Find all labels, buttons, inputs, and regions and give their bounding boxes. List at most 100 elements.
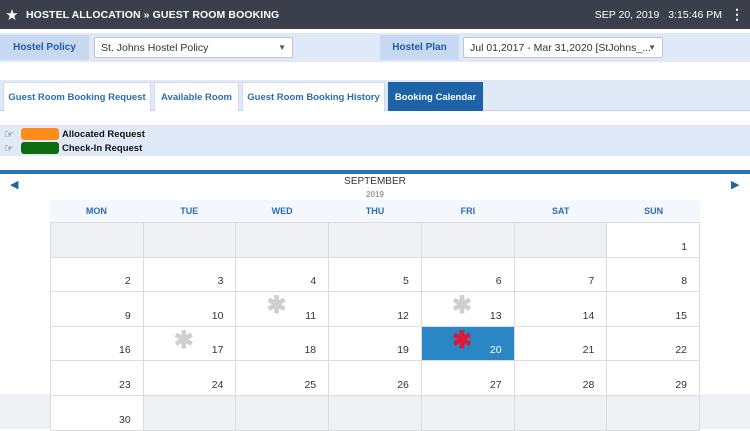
calendar-day-2[interactable]: 2 — [50, 257, 144, 293]
day-number: 25 — [304, 378, 317, 391]
calendar-day-20[interactable]: ✱ 20 — [421, 326, 515, 362]
year-title: 2019 — [366, 190, 384, 199]
day-number: 12 — [397, 309, 409, 322]
calendar-day-9[interactable]: 9 — [50, 292, 144, 327]
booking-marker-icon: ✱ — [173, 326, 194, 354]
day-number: 16 — [119, 344, 131, 357]
days-of-week-header: MON TUE WED THU FRI SAT SUN — [50, 200, 700, 223]
legend-item-allocated: ☞ Allocated Request — [0, 127, 145, 141]
chevron-down-icon: ▼ — [278, 43, 286, 52]
day-number: 8 — [681, 275, 688, 288]
calendar-week: 1 — [50, 223, 701, 258]
day-number: 30 — [119, 413, 131, 426]
chevron-down-icon: ▼ — [648, 43, 656, 52]
hostel-policy-select[interactable]: St. Johns Hostel Policy ▼ — [94, 37, 293, 58]
breadcrumb: HOSTEL ALLOCATION » GUEST ROOM BOOKING — [26, 8, 280, 21]
calendar-day-16[interactable]: 16 — [50, 326, 144, 362]
calendar-day-27[interactable]: 27 — [421, 361, 515, 396]
current-time: 3:15:46 PM — [668, 8, 722, 21]
month-title: SEPTEMBER — [344, 176, 406, 187]
day-number: 10 — [211, 309, 224, 322]
calendar-day-4[interactable]: 4 — [236, 257, 330, 293]
calendar-day-6[interactable]: 6 — [421, 257, 515, 293]
tab-guest-room-booking-history[interactable]: Guest Room Booking History — [242, 82, 385, 111]
more-vertical-icon[interactable]: ⋮ — [730, 6, 744, 23]
calendar-day-22[interactable]: 22 — [607, 326, 701, 362]
calendar-day-12[interactable]: 12 — [329, 292, 422, 327]
calendar-day-7[interactable]: 7 — [514, 257, 608, 293]
calendar-day-8[interactable]: 8 — [607, 257, 701, 293]
calendar-day-21[interactable]: 21 — [514, 326, 608, 362]
day-number: 2 — [124, 275, 131, 288]
day-number: 17 — [211, 344, 224, 357]
day-number: 13 — [489, 309, 502, 322]
day-number: 15 — [675, 309, 688, 322]
check-in-swatch — [21, 142, 59, 154]
day-number: 19 — [397, 344, 409, 357]
calendar-day-3[interactable]: 3 — [143, 257, 237, 293]
calendar-day-24[interactable]: 24 — [143, 361, 237, 396]
calendar-day-28[interactable]: 28 — [514, 361, 608, 396]
booking-marker-icon: ✱ — [266, 292, 287, 320]
calendar-empty-cell — [514, 395, 608, 431]
calendar-day-30[interactable]: 30 — [50, 395, 144, 431]
tab-guest-room-booking-request[interactable]: Guest Room Booking Request — [3, 82, 151, 111]
top-bar: ★ HOSTEL ALLOCATION » GUEST ROOM BOOKING… — [0, 0, 750, 29]
calendar-empty-cell — [329, 223, 422, 258]
day-number: 21 — [582, 344, 595, 357]
allocated-swatch — [21, 128, 59, 140]
calendar-week: 2 3 4 5 6 7 8 — [50, 257, 701, 293]
dow-fri: FRI — [460, 206, 476, 216]
calendar-empty-cell — [329, 395, 422, 431]
calendar-day-14[interactable]: 14 — [514, 292, 608, 327]
tab-booking-calendar[interactable]: Booking Calendar — [388, 82, 483, 111]
calendar-empty-cell — [421, 223, 515, 258]
legend-item-check-in: ☞ Check-In Request — [0, 141, 142, 155]
legend-label: Check-In Request — [62, 142, 143, 154]
calendar-day-11[interactable]: ✱ 11 — [236, 292, 330, 327]
day-number: 6 — [495, 275, 502, 288]
day-number: 27 — [489, 378, 502, 391]
calendar-day-18[interactable]: 18 — [236, 326, 330, 362]
day-number: 22 — [675, 344, 688, 357]
hostel-plan-select[interactable]: Jul 01,2017 - Mar 31,2020 [StJohns_... ▼ — [463, 37, 663, 58]
calendar-empty-cell — [607, 395, 701, 431]
calendar-day-17[interactable]: ✱ 17 — [143, 326, 237, 362]
calendar-day-26[interactable]: 26 — [329, 361, 422, 396]
calendar-day-10[interactable]: 10 — [143, 292, 237, 327]
calendar-day-23[interactable]: 23 — [50, 361, 144, 396]
star-icon[interactable]: ★ — [0, 6, 24, 24]
calendar-week: 23 24 25 26 27 28 29 — [50, 361, 701, 396]
calendar-week: 9 10 ✱ 11 12 ✱ 13 14 15 — [50, 292, 701, 327]
tab-available-room[interactable]: Available Room — [154, 82, 239, 111]
hostel-policy-label: Hostel Policy — [0, 35, 89, 60]
day-number: 20 — [489, 344, 502, 357]
calendar-day-13[interactable]: ✱ 13 — [421, 292, 515, 327]
day-number: 24 — [211, 378, 224, 391]
calendar-day-19[interactable]: 19 — [329, 326, 422, 362]
date-time: SEP 20, 2019 3:15:46 PM — [589, 9, 722, 21]
calendar-day-1[interactable]: 1 — [607, 223, 701, 258]
calendar-day-15[interactable]: 15 — [607, 292, 701, 327]
calendar-empty-cell — [236, 395, 330, 431]
pointing-hand-icon: ☞ — [4, 142, 14, 155]
day-number: 1 — [681, 240, 688, 253]
calendar-grid: MON TUE WED THU FRI SAT SUN 1 2 3 4 5 6 7 8 9 10 ✱… — [50, 200, 701, 431]
calendar-week: 30 — [50, 395, 701, 431]
legend: ☞ Allocated Request ☞ Check-In Request — [0, 125, 750, 156]
legend-label: Allocated Request — [62, 128, 145, 140]
calendar-day-29[interactable]: 29 — [607, 361, 701, 396]
calendar-day-25[interactable]: 25 — [236, 361, 330, 396]
dow-sat: SAT — [552, 206, 570, 216]
day-number: 14 — [582, 309, 595, 322]
day-number: 11 — [305, 309, 317, 322]
day-number: 26 — [397, 378, 409, 391]
filter-bar: Hostel Policy St. Johns Hostel Policy ▼ … — [0, 33, 750, 62]
calendar-divider — [0, 170, 750, 174]
calendar-day-5[interactable]: 5 — [329, 257, 422, 293]
booking-marker-icon: ✱ — [451, 326, 472, 354]
day-number: 23 — [119, 378, 131, 391]
dow-mon: MON — [85, 206, 107, 216]
booking-marker-icon: ✱ — [451, 292, 472, 320]
calendar-empty-cell — [143, 395, 237, 431]
